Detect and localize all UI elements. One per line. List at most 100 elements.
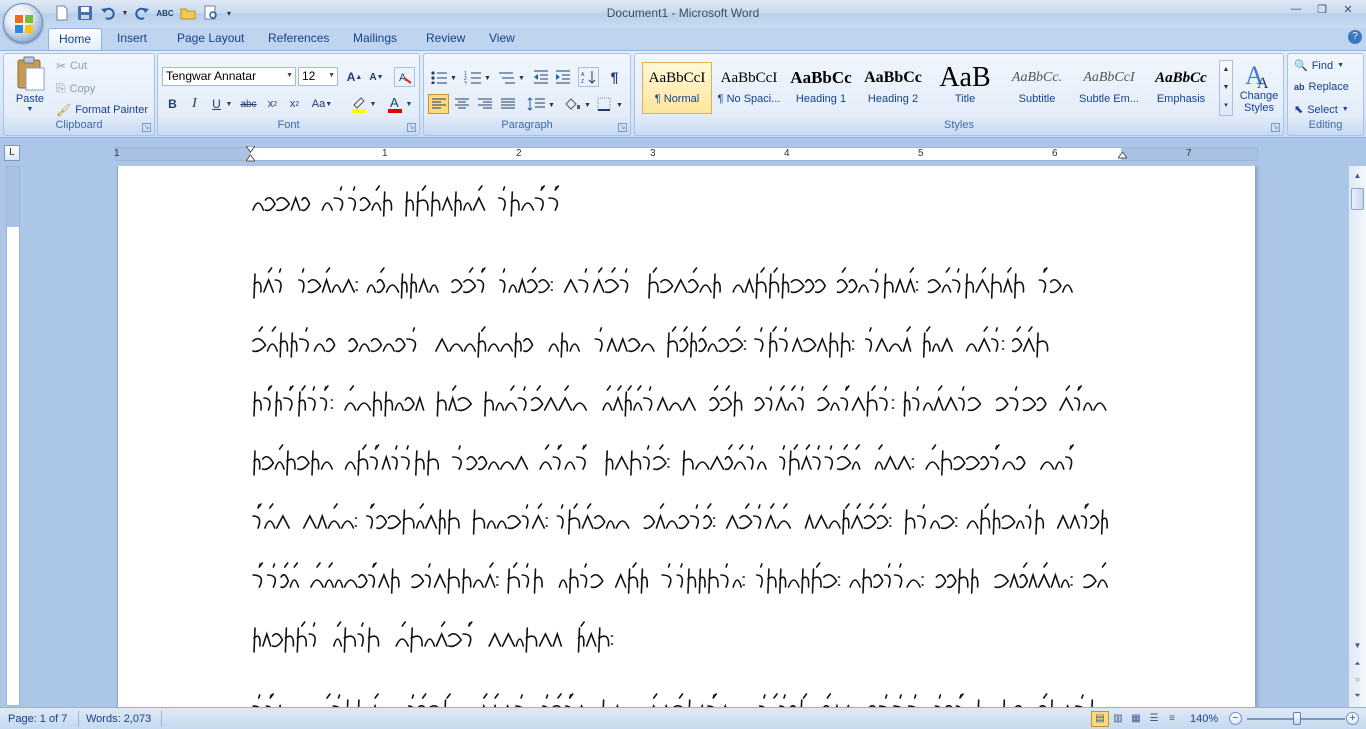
next-page-icon[interactable]: ⏷: [1350, 688, 1365, 704]
style-heading-2[interactable]: AaBbCc Heading 2: [858, 62, 928, 114]
scroll-down-icon[interactable]: ▼: [1350, 638, 1365, 654]
style-subtitle[interactable]: AaBbCc. Subtitle: [1002, 62, 1072, 114]
font-launcher-icon[interactable]: ↘: [407, 123, 416, 132]
styles-gallery-scroll[interactable]: ▲ ▼ ▾: [1219, 60, 1233, 116]
strikethrough-icon[interactable]: abc: [238, 94, 259, 114]
tab-references[interactable]: References: [258, 28, 339, 50]
style-normal[interactable]: AaBbCcI ¶ Normal: [642, 62, 712, 114]
align-right-icon[interactable]: [474, 94, 495, 114]
bold-icon[interactable]: B: [162, 94, 183, 114]
underline-dropdown-icon[interactable]: ▼: [224, 94, 234, 114]
line-spacing-icon[interactable]: ▼: [526, 94, 556, 114]
paste-button[interactable]: Paste ▼: [8, 56, 52, 118]
tab-view[interactable]: View: [479, 28, 525, 50]
font-name-combo[interactable]: Tengwar Annatar ▼: [162, 67, 296, 86]
change-case-icon[interactable]: Aa ▼: [308, 94, 336, 114]
more-styles-icon[interactable]: ▾: [1220, 97, 1232, 115]
shading-icon[interactable]: ▼: [562, 94, 592, 114]
tab-mailings[interactable]: Mailings: [343, 28, 407, 50]
style-heading-1[interactable]: AaBbCc Heading 1: [786, 62, 856, 114]
web-layout-icon[interactable]: ▦: [1127, 711, 1145, 727]
vertical-ruler[interactable]: [6, 166, 20, 706]
align-center-icon[interactable]: [451, 94, 472, 114]
print-layout-view-icon[interactable]: ▤: [1091, 711, 1109, 727]
styles-launcher-icon[interactable]: ↘: [1271, 123, 1280, 132]
cut-button[interactable]: ✂ Cut: [56, 59, 87, 73]
borders-icon[interactable]: ▼: [596, 94, 626, 114]
chevron-up-icon[interactable]: ▲: [1220, 61, 1232, 79]
scroll-thumb[interactable]: [1351, 188, 1364, 210]
italic-icon[interactable]: I: [184, 94, 205, 114]
page-count[interactable]: Page: 1 of 7: [8, 711, 67, 727]
clipboard-group-label: Clipboard: [55, 119, 103, 131]
previous-page-icon[interactable]: ⏶: [1350, 656, 1365, 672]
decrease-indent-icon[interactable]: [530, 67, 551, 87]
style-emphasis[interactable]: AaBbCc Emphasis: [1146, 62, 1216, 114]
numbering-icon[interactable]: 1 2 3 ▼: [462, 67, 492, 87]
hanging-indent-icon[interactable]: [246, 155, 255, 164]
style-name: Subtitle: [1018, 93, 1056, 105]
highlight-icon[interactable]: [348, 94, 369, 114]
shrink-font-icon[interactable]: A ▼: [366, 67, 387, 87]
bullets-icon[interactable]: ▼: [428, 67, 458, 87]
select-browse-object-icon[interactable]: ○: [1350, 672, 1365, 688]
chevron-down-icon[interactable]: ▼: [1220, 79, 1232, 97]
help-icon[interactable]: ?: [1348, 30, 1362, 44]
change-styles-button[interactable]: AA Change Styles: [1237, 60, 1281, 114]
copy-button[interactable]: ⎘ Copy: [56, 81, 95, 96]
paragraph-launcher-icon[interactable]: ↘: [618, 123, 627, 132]
svg-text:Z: Z: [581, 79, 584, 84]
vertical-scrollbar[interactable]: ▲ ▼ ⏶ ○ ⏷: [1348, 166, 1366, 707]
align-left-icon[interactable]: [428, 94, 449, 114]
horizontal-ruler[interactable]: 1 1 2 3 4 5 6 7: [114, 146, 1258, 164]
svg-text:A: A: [390, 95, 399, 110]
grow-font-icon[interactable]: A ▲: [344, 67, 365, 87]
select-button[interactable]: ⬉ Select ▼: [1294, 103, 1349, 117]
close-icon[interactable]: ✕: [1336, 1, 1360, 17]
tab-home[interactable]: Home: [48, 28, 103, 50]
restore-icon[interactable]: ❐: [1310, 1, 1334, 17]
increase-indent-icon[interactable]: [552, 67, 573, 87]
office-button[interactable]: [3, 3, 43, 43]
style-no-spacing[interactable]: AaBbCcI ¶ No Spaci...: [714, 62, 784, 114]
superscript-icon[interactable]: x2: [284, 94, 305, 114]
style-subtle-emphasis[interactable]: AaBbCcI Subtle Em...: [1074, 62, 1144, 114]
zoom-in-icon[interactable]: +: [1346, 712, 1359, 725]
first-line-indent-icon[interactable]: [246, 146, 255, 155]
outline-view-icon[interactable]: ☰: [1145, 711, 1163, 727]
format-painter-button[interactable]: 🖌 Format Painter: [56, 103, 148, 117]
draft-view-icon[interactable]: ≡: [1163, 711, 1181, 727]
clipboard-launcher-icon[interactable]: ↘: [142, 123, 151, 132]
subscript-icon[interactable]: x2: [262, 94, 283, 114]
find-button[interactable]: 🔍 Find ▼: [1294, 59, 1344, 73]
justify-icon[interactable]: [497, 94, 518, 114]
font-color-icon[interactable]: A: [384, 94, 405, 114]
font-color-dropdown-icon[interactable]: ▼: [404, 94, 414, 114]
zoom-level[interactable]: 140%: [1190, 711, 1218, 727]
tab-insert[interactable]: Insert: [107, 28, 157, 50]
sort-icon[interactable]: AZ: [578, 67, 599, 87]
zoom-slider-thumb[interactable]: [1293, 712, 1301, 725]
multilevel-list-icon[interactable]: ▼: [496, 67, 526, 87]
style-name: ¶ Normal: [654, 93, 700, 105]
scroll-up-icon[interactable]: ▲: [1350, 168, 1365, 184]
tab-review[interactable]: Review: [416, 28, 475, 50]
tab-selector[interactable]: L: [4, 145, 20, 161]
style-name: Title: [954, 93, 976, 105]
font-size-combo[interactable]: 12 ▼: [298, 67, 338, 86]
svg-text:A: A: [399, 72, 407, 84]
full-screen-reading-icon[interactable]: ▥: [1109, 711, 1127, 727]
right-indent-icon[interactable]: [1118, 152, 1127, 161]
word-count[interactable]: Words: 2,073: [86, 711, 151, 727]
clear-formatting-icon[interactable]: A: [394, 67, 415, 87]
document-page[interactable]: [117, 166, 1256, 707]
svg-text:▼: ▼: [548, 102, 555, 109]
highlight-dropdown-icon[interactable]: ▼: [368, 94, 378, 114]
zoom-out-icon[interactable]: −: [1229, 712, 1242, 725]
show-formatting-marks-icon[interactable]: ¶: [604, 67, 625, 87]
script-line: [251, 321, 1071, 361]
style-title[interactable]: AaB Title: [930, 62, 1000, 114]
minimize-icon[interactable]: —: [1284, 1, 1308, 17]
tab-page-layout[interactable]: Page Layout: [167, 28, 254, 50]
replace-button[interactable]: ab Replace: [1294, 81, 1349, 93]
